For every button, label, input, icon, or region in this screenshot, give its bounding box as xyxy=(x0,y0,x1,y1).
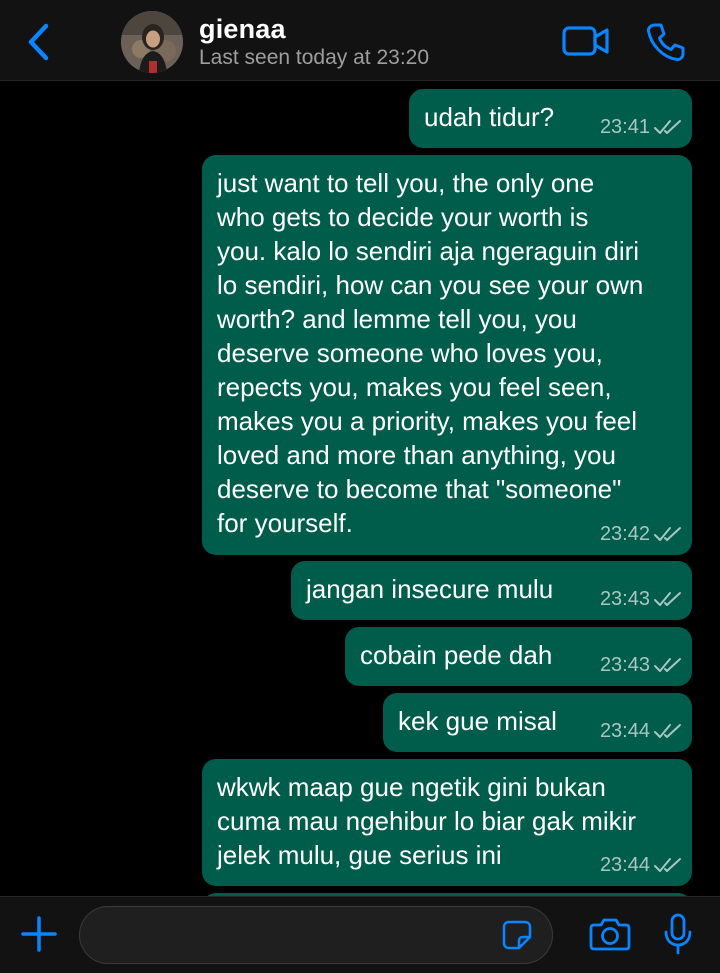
double-check-icon xyxy=(654,858,681,872)
sticker-button[interactable] xyxy=(501,919,533,951)
message-meta: 23:43 xyxy=(600,587,683,611)
voice-message-button[interactable] xyxy=(663,912,693,956)
message-meta: 23:42 xyxy=(600,522,683,546)
message-text: udah tidur? xyxy=(424,102,555,132)
message-bubble[interactable]: cobain pede dah 23:43 xyxy=(345,627,692,686)
contact-name[interactable]: gienaa xyxy=(199,14,286,45)
message-text: wkwk maap gue ngetik gini bukan cuma mau… xyxy=(217,772,637,870)
phone-icon xyxy=(646,23,685,62)
last-seen-status: Last seen today at 23:20 xyxy=(199,46,430,69)
message-bubble[interactable]: kek gue misal 23:44 xyxy=(383,693,692,752)
back-button[interactable] xyxy=(22,20,58,64)
profile-photo xyxy=(121,11,183,73)
message-time: 23:43 xyxy=(599,653,650,676)
double-check-icon xyxy=(654,592,681,606)
chat-header: gienaa Last seen today at 23:20 xyxy=(0,0,720,81)
message-input[interactable] xyxy=(79,906,553,964)
composer-bar xyxy=(0,896,720,973)
message-text: jangan insecure mulu xyxy=(306,574,554,604)
attach-button[interactable] xyxy=(19,914,59,954)
message-bubble[interactable]: udah tidur? 23:41 xyxy=(409,89,692,148)
double-check-icon xyxy=(654,120,681,134)
message-meta: 23:44 xyxy=(600,719,683,743)
double-check-icon xyxy=(654,724,681,738)
message-time: 23:44 xyxy=(599,853,650,876)
message-text: kek gue misal xyxy=(398,706,557,736)
chevron-left-icon xyxy=(28,23,49,61)
message-text: just want to tell you, the only one who … xyxy=(217,168,644,538)
voice-call-button[interactable] xyxy=(644,21,686,63)
message-time: 23:41 xyxy=(599,115,650,138)
sticker-icon xyxy=(502,920,532,950)
message-bubble[interactable]: just want to tell you, the only one who … xyxy=(202,155,692,555)
message-time: 23:44 xyxy=(599,719,650,742)
message-text: cobain pede dah xyxy=(360,640,553,670)
message-bubble[interactable]: jangan insecure mulu 23:43 xyxy=(291,561,692,620)
chat-screen: gienaa Last seen today at 23:20 udah tid… xyxy=(0,0,720,973)
camera-icon xyxy=(589,918,631,951)
message-meta: 23:43 xyxy=(600,653,683,677)
message-list[interactable]: udah tidur? 23:41 just want to tell you,… xyxy=(0,81,720,896)
double-check-icon xyxy=(654,527,681,541)
message-meta: 23:41 xyxy=(600,115,683,139)
video-call-button[interactable] xyxy=(561,24,611,58)
double-check-icon xyxy=(654,658,681,672)
avatar[interactable] xyxy=(121,11,183,73)
message-meta: 23:44 xyxy=(600,853,683,877)
message-time: 23:42 xyxy=(599,522,650,545)
plus-icon xyxy=(21,916,57,952)
video-camera-icon xyxy=(562,26,609,56)
message-time: 23:43 xyxy=(599,587,650,610)
camera-button[interactable] xyxy=(589,916,631,952)
message-bubble[interactable]: wkwk maap gue ngetik gini bukan cuma mau… xyxy=(202,759,692,886)
microphone-icon xyxy=(664,913,692,955)
